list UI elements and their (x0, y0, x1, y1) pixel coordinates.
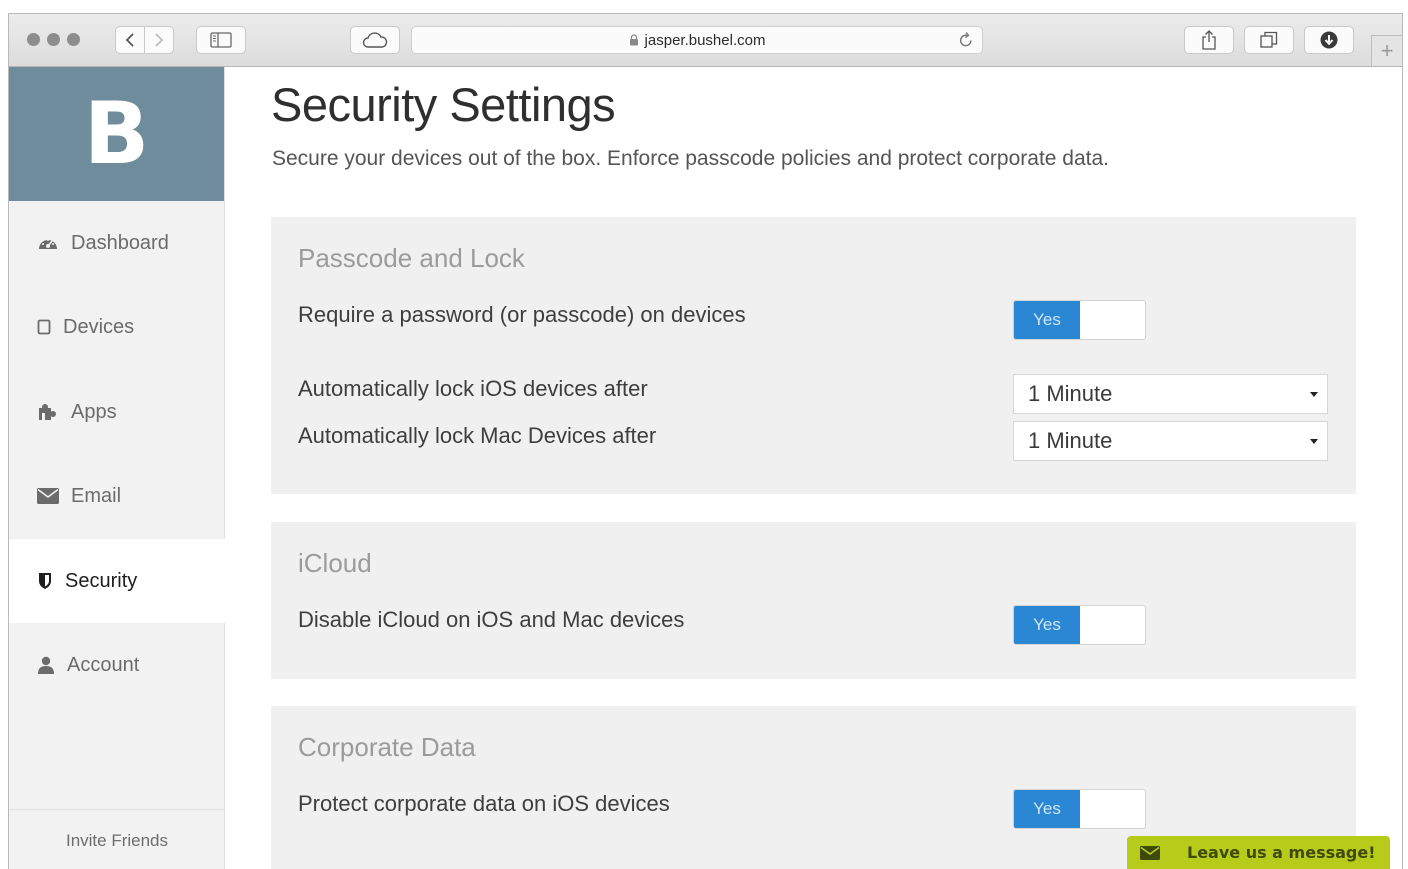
ios-lock-select[interactable]: 1 Minute (1013, 374, 1328, 414)
sidebar-item-label: Security (65, 569, 138, 592)
envelope-icon (1127, 845, 1173, 860)
ios-lock-label: Automatically lock iOS devices after (298, 376, 648, 401)
sidebar-item-dashboard[interactable]: Dashboard (9, 201, 225, 285)
sidebar-item-label: Devices (63, 315, 135, 338)
zoom-window-button[interactable] (67, 33, 80, 46)
sidebar-item-label: Account (67, 653, 140, 676)
brand-letter: B (83, 84, 150, 184)
address-bar[interactable]: jasper.bushel.com (411, 26, 983, 54)
sidebar-icon (210, 32, 232, 48)
panel-title: Corporate Data (298, 732, 476, 762)
new-tab-button[interactable]: + (1371, 35, 1402, 66)
panel-title: iCloud (298, 548, 372, 578)
page-subtitle: Secure your devices out of the box. Enfo… (272, 147, 1109, 170)
puzzle-icon (37, 403, 59, 421)
require-password-label: Require a password (or passcode) on devi… (298, 302, 746, 327)
mac-lock-label: Automatically lock Mac Devices after (298, 423, 657, 448)
mac-lock-select[interactable]: 1 Minute (1013, 421, 1328, 461)
brand-logo[interactable]: B (9, 67, 224, 201)
icloud-panel: iCloud Disable iCloud on iOS and Mac dev… (271, 522, 1356, 679)
sidebar-toggle-button[interactable] (196, 26, 246, 54)
chat-label: Leave us a message! (1187, 843, 1376, 862)
passcode-lock-panel: Passcode and Lock Require a password (or… (271, 217, 1356, 494)
toggle-yes-label: Yes (1014, 301, 1080, 339)
sidebar: B Dashboard Devices Apps Email Security … (9, 67, 225, 869)
sidebar-item-security[interactable]: Security (9, 539, 225, 623)
tab-overview-button[interactable] (1244, 26, 1294, 54)
sidebar-item-label: Apps (71, 400, 117, 423)
browser-window: jasper.bushel.com + B Dashboard Devices … (8, 13, 1403, 869)
caret-down-icon (1310, 439, 1318, 444)
invite-friends-link[interactable]: Invite Friends (9, 809, 225, 869)
select-value: 1 Minute (1028, 428, 1113, 453)
require-password-toggle[interactable]: Yes (1013, 300, 1146, 340)
protect-data-label: Protect corporate data on iOS devices (298, 791, 670, 816)
download-icon (1320, 31, 1338, 49)
chevron-right-icon (155, 33, 164, 47)
chevron-left-icon (125, 33, 134, 47)
leave-message-widget[interactable]: Leave us a message! (1127, 836, 1390, 869)
minimize-window-button[interactable] (47, 33, 60, 46)
protect-data-toggle[interactable]: Yes (1013, 789, 1146, 829)
close-window-button[interactable] (27, 33, 40, 46)
toggle-yes-label: Yes (1014, 606, 1080, 644)
tabs-icon (1260, 31, 1278, 48)
url-text: jasper.bushel.com (644, 31, 766, 49)
select-value: 1 Minute (1028, 381, 1113, 406)
toggle-yes-label: Yes (1014, 790, 1080, 828)
share-button[interactable] (1184, 26, 1234, 54)
share-icon (1202, 30, 1216, 50)
forward-button[interactable] (144, 26, 174, 54)
disable-icloud-label: Disable iCloud on iOS and Mac devices (298, 607, 685, 632)
page-title: Security Settings (271, 78, 616, 131)
downloads-button[interactable] (1304, 26, 1354, 54)
browser-toolbar: jasper.bushel.com + (9, 14, 1402, 67)
sidebar-item-label: Email (71, 484, 122, 507)
plus-icon: + (1380, 38, 1394, 63)
icloud-tabs-button[interactable] (350, 26, 400, 54)
sidebar-item-label: Dashboard (71, 231, 169, 254)
caret-down-icon (1310, 392, 1318, 397)
sidebar-item-email[interactable]: Email (9, 454, 225, 538)
cloud-icon (362, 32, 388, 48)
user-icon (37, 656, 55, 674)
device-icon (37, 319, 51, 335)
sidebar-item-apps[interactable]: Apps (9, 370, 225, 454)
panel-title: Passcode and Lock (298, 243, 525, 273)
reload-icon[interactable] (958, 31, 974, 53)
lock-icon (629, 34, 638, 46)
shield-icon (37, 572, 53, 590)
sidebar-item-account[interactable]: Account (9, 623, 225, 707)
main-content: Security Settings Secure your devices ou… (225, 67, 1402, 869)
sidebar-item-devices[interactable]: Devices (9, 285, 225, 369)
disable-icloud-toggle[interactable]: Yes (1013, 605, 1146, 645)
envelope-icon (37, 488, 59, 504)
dashboard-icon (37, 235, 59, 251)
back-button[interactable] (115, 26, 145, 54)
